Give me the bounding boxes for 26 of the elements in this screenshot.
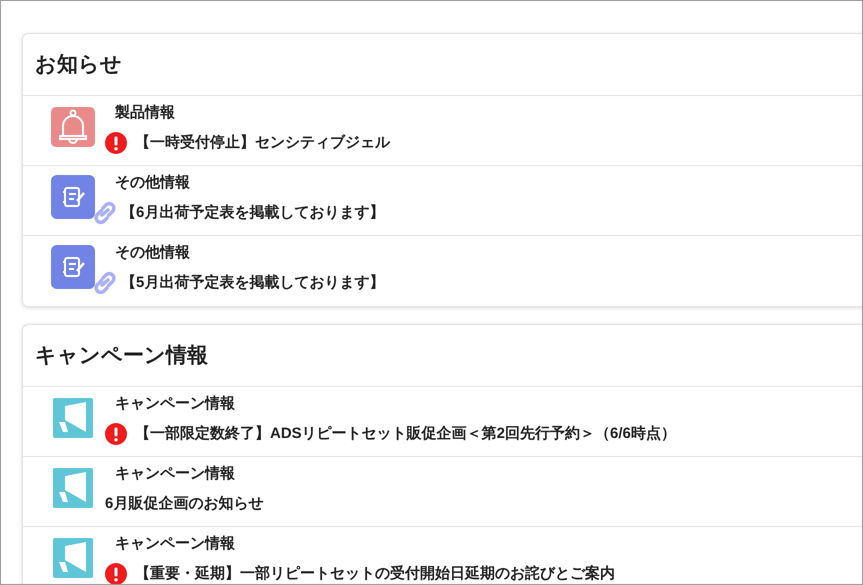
notice-item[interactable]: その他情報 【5月出荷予定表を掲載しております】 <box>23 236 862 306</box>
notice-title: 【5月出荷予定表を掲載しております】 <box>121 272 384 293</box>
megaphone-icon <box>51 536 95 580</box>
category-label: キャンペーン情報 <box>114 464 236 484</box>
notepad-icon <box>51 175 95 219</box>
bell-icon <box>51 105 95 149</box>
notice-item[interactable]: キャンペーン情報 【重要・延期】一部リピートセットの受付開始日延期のお詫びとご案内 <box>23 527 862 584</box>
notice-item[interactable]: その他情報 【6月出荷予定表を掲載しております】 <box>23 166 862 236</box>
notice-title: 6月販促企画のお知らせ <box>105 494 264 514</box>
notice-title: 【重要・延期】一部リピートセットの受付開始日延期のお詫びとご案内 <box>135 564 615 584</box>
notice-item[interactable]: キャンペーン情報 【一部限定数終了】ADSリピートセット販促企画＜第2回先行予約＞（6/6時点） <box>23 387 862 457</box>
megaphone-icon <box>51 466 95 510</box>
section-title: お知らせ <box>35 52 122 78</box>
megaphone-icon <box>51 396 95 440</box>
category-label: 製品情報 <box>114 103 176 123</box>
notice-item[interactable]: キャンペーン情報 6月販促企画のお知らせ <box>23 457 862 527</box>
category-label: キャンペーン情報 <box>114 534 236 554</box>
notice-title: 【一時受付停止】センシティブジェル <box>135 132 390 153</box>
notice-item[interactable]: 製品情報 【一時受付停止】センシティブジェル <box>23 96 862 166</box>
category-label: その他情報 <box>114 243 191 263</box>
notice-title: 【6月出荷予定表を掲載しております】 <box>121 202 384 223</box>
category-label: キャンペーン情報 <box>114 394 236 414</box>
section-title: キャンペーン情報 <box>35 342 208 369</box>
category-label: その他情報 <box>114 173 191 193</box>
notepad-icon <box>51 245 95 289</box>
notice-title: 【一部限定数終了】ADSリピートセット販促企画＜第2回先行予約＞（6/6時点） <box>135 424 676 444</box>
